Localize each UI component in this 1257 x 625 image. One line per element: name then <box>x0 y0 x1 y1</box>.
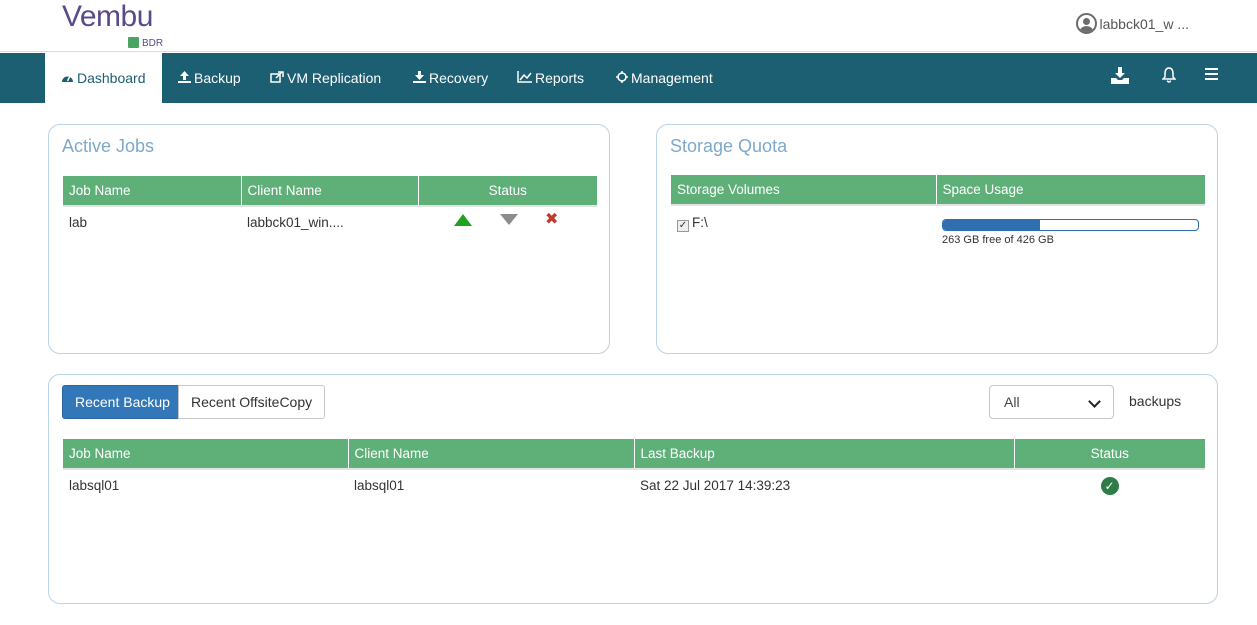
download-icon <box>413 54 426 104</box>
crosshair-icon <box>616 54 628 104</box>
arrow-down-icon[interactable] <box>500 214 518 225</box>
status-cell: ✖ <box>418 206 597 238</box>
client-name-cell: labbck01_win.... <box>247 215 344 230</box>
col-job-name[interactable]: Job Name <box>63 176 242 206</box>
hamburger-menu-icon[interactable] <box>1205 67 1218 85</box>
storage-quota-table: Storage Volumes Space Usage ✓ F:\ 263 GB … <box>671 175 1205 255</box>
user-avatar-icon <box>1075 13 1097 34</box>
bdr-icon <box>128 37 139 48</box>
volume-cell: ✓ F:\ <box>671 205 936 255</box>
table-row: lab labbck01_win.... ✖ <box>63 206 597 238</box>
storage-quota-title: Storage Quota <box>670 136 788 156</box>
space-usage-cell: 263 GB free of 426 GB <box>936 205 1205 255</box>
logo-sub: BDR <box>128 37 163 49</box>
arrow-up-icon[interactable] <box>454 214 472 226</box>
col-storage-volumes[interactable]: Storage Volumes <box>671 175 937 205</box>
backup-filter-select[interactable]: All <box>989 385 1114 419</box>
col-space-usage[interactable]: Space Usage <box>936 175 1205 205</box>
top-header: Vembu BDR labbck01_w ... <box>0 0 1257 52</box>
table-row: ✓ F:\ 263 GB free of 426 GB <box>671 205 1205 255</box>
col-last-backup[interactable]: Last Backup <box>634 439 1015 469</box>
nav-vm-replication[interactable]: VM Replication <box>270 53 381 103</box>
vembu-bdr-logo[interactable]: Vembu BDR <box>62 0 172 50</box>
chart-line-icon <box>517 54 532 104</box>
active-jobs-title: Active Jobs <box>62 136 155 156</box>
share-icon <box>270 54 284 104</box>
bell-icon[interactable] <box>1161 67 1177 88</box>
user-name: labbck01_w ... <box>1099 15 1190 32</box>
recent-backups-panel: Recent Backup Recent OffsiteCopy All bac… <box>48 374 1218 604</box>
chevron-down-icon <box>1088 395 1101 408</box>
close-icon[interactable]: ✖ <box>545 209 558 229</box>
filter-suffix: backups <box>1129 393 1182 409</box>
nav-recovery[interactable]: Recovery <box>413 53 488 103</box>
main-nav: Dashboard Backup VM Replication Recovery… <box>0 53 1257 103</box>
table-row: labsql01 labsql01 Sat 22 Jul 2017 14:39:… <box>63 469 1205 501</box>
col-job-name[interactable]: Job Name <box>63 439 349 469</box>
user-menu[interactable]: labbck01_w ... <box>1075 13 1190 34</box>
storage-quota-panel: Storage Quota Storage Volumes Space Usag… <box>656 124 1218 354</box>
col-status[interactable]: Status <box>1014 439 1205 469</box>
col-client-name[interactable]: Client Name <box>348 439 635 469</box>
status-cell: ✓ <box>1014 469 1205 501</box>
nav-management[interactable]: Management <box>616 53 713 103</box>
recent-backups-table: Job Name Client Name Last Backup Status … <box>63 439 1205 501</box>
col-client-name[interactable]: Client Name <box>241 176 419 206</box>
job-name-cell: labsql01 <box>69 478 120 493</box>
nav-reports[interactable]: Reports <box>517 53 584 103</box>
space-usage-text: 263 GB free of 426 GB <box>942 234 1054 246</box>
tab-recent-backup[interactable]: Recent Backup <box>62 385 183 419</box>
space-usage-bar <box>942 219 1199 231</box>
nav-dashboard[interactable]: Dashboard <box>45 53 162 103</box>
space-usage-fill <box>943 220 1040 230</box>
col-status[interactable]: Status <box>418 176 597 206</box>
last-backup-cell: Sat 22 Jul 2017 14:39:23 <box>640 478 791 493</box>
nav-backup[interactable]: Backup <box>178 53 241 103</box>
tab-recent-offsitecopy[interactable]: Recent OffsiteCopy <box>178 385 326 419</box>
volume-checkbox[interactable]: ✓ <box>677 220 689 232</box>
active-jobs-table: Job Name Client Name Status lab labbck01… <box>63 176 597 238</box>
client-name-cell: labsql01 <box>354 478 405 493</box>
download-tray-icon[interactable] <box>1111 67 1129 89</box>
volume-label: F:\ <box>692 215 708 230</box>
dashboard-icon <box>61 54 74 104</box>
filter-value: All <box>1004 394 1020 410</box>
success-check-icon[interactable]: ✓ <box>1100 476 1119 495</box>
logo-wordmark: Vembu <box>62 0 153 33</box>
active-jobs-panel: Active Jobs Job Name Client Name Status … <box>48 124 610 354</box>
upload-icon <box>178 54 191 104</box>
job-name-cell: lab <box>69 215 88 230</box>
